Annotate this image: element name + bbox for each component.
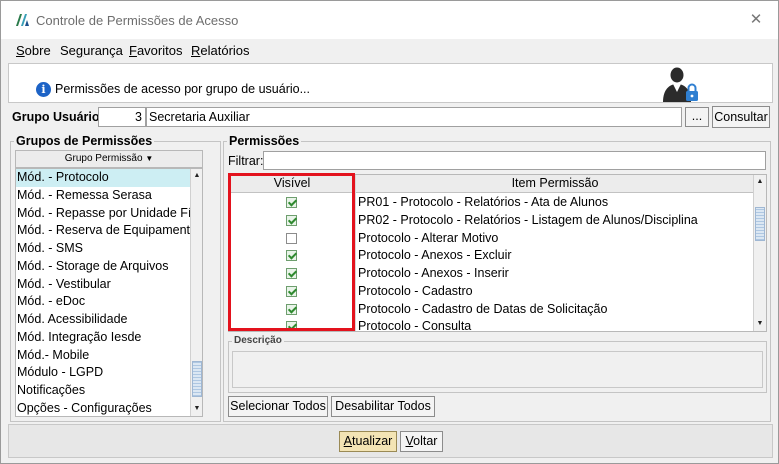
grupo-permissao-header-label: Grupo Permissão xyxy=(64,153,143,164)
menu-favoritos[interactable]: Favoritos xyxy=(129,43,182,58)
visivel-checkbox[interactable] xyxy=(286,232,297,244)
visivel-checkbox[interactable] xyxy=(286,321,297,331)
grupo-permissao-item[interactable]: Notificações xyxy=(16,382,190,400)
grupo-permissao-item[interactable]: Mód. - Protocolo xyxy=(16,169,190,187)
grupo-permissao-item[interactable]: Mód. - Remessa Serasa xyxy=(16,187,190,205)
grupo-permissao-item[interactable]: Mód. - Reserva de Equipamentos xyxy=(16,222,190,240)
scroll-down-icon[interactable]: ▼ xyxy=(754,317,766,331)
grupos-permissoes-title: Grupos de Permissões xyxy=(14,134,155,148)
permissao-row[interactable]: Protocolo - Consulta xyxy=(229,318,754,332)
grupo-permissao-item[interactable]: Opções - Configurações xyxy=(16,400,190,416)
item-permissao-cell: Protocolo - Cadastro de Datas de Solicit… xyxy=(358,301,608,316)
permissao-row[interactable]: PR01 - Protocolo - Relatórios - Ata de A… xyxy=(229,194,754,212)
scroll-down-icon[interactable]: ▼ xyxy=(191,402,202,416)
banner-text: Permissões de acesso por grupo de usuári… xyxy=(55,82,310,96)
user-lock-icon xyxy=(663,67,698,102)
desabilitar-todos-button[interactable]: Desabilitar Todos xyxy=(331,396,435,417)
sort-down-icon: ▼ xyxy=(145,154,154,163)
close-icon: ✕ xyxy=(749,11,763,28)
window-title: Controle de Permissões de Acesso xyxy=(36,13,239,28)
visivel-checkbox[interactable] xyxy=(286,303,297,315)
title-bar: Controle de Permissões de Acesso ✕ xyxy=(1,1,778,39)
grupo-permissao-item[interactable]: Mód. - Repasse por Unidade Físic... xyxy=(16,205,190,223)
visivel-checkbox[interactable] xyxy=(286,268,297,279)
visivel-cell xyxy=(229,318,355,331)
item-permissao-cell: Protocolo - Cadastro xyxy=(358,283,473,298)
permissoes-title: Permissões xyxy=(227,134,302,148)
permissao-row[interactable]: Protocolo - Alterar Motivo xyxy=(229,230,754,248)
grupo-permissao-item[interactable]: Mód. Integração Iesde xyxy=(16,329,190,347)
permissions-window: Controle de Permissões de Acesso ✕ Sobre… xyxy=(0,0,779,464)
permissoes-grid: Visível Item Permissão PR01 - Protocolo … xyxy=(228,174,767,332)
grupos-scrollbar[interactable]: ▲ ▼ xyxy=(190,169,202,416)
item-permissao-cell: PR02 - Protocolo - Relatórios - Listagem… xyxy=(358,212,698,227)
item-permissao-cell: Protocolo - Anexos - Excluir xyxy=(358,248,512,263)
item-permissao-column-header[interactable]: Item Permissão xyxy=(356,175,754,193)
descricao-label: Descrição xyxy=(232,335,284,346)
grupo-permissao-item[interactable]: Mód. - Storage de Arquivos xyxy=(16,258,190,276)
scroll-thumb[interactable] xyxy=(192,361,202,397)
item-permissao-cell: Protocolo - Consulta xyxy=(358,319,472,332)
visivel-checkbox[interactable] xyxy=(286,250,297,262)
item-permissao-cell: PR01 - Protocolo - Relatórios - Ata de A… xyxy=(358,195,609,209)
grupo-permissao-item[interactable]: Módulo - LGPD xyxy=(16,364,190,382)
grupo-permissao-item[interactable]: Mód. Acessibilidade xyxy=(16,311,190,329)
scroll-up-icon[interactable]: ▲ xyxy=(754,175,766,189)
atualizar-button[interactable]: Atualizar xyxy=(339,431,397,452)
visivel-column-header[interactable]: Visível xyxy=(229,175,355,193)
permissao-row[interactable]: Protocolo - Cadastro de Datas de Solicit… xyxy=(229,301,754,319)
grupo-permissao-item[interactable]: Mód.- Mobile xyxy=(16,347,190,365)
visivel-cell xyxy=(229,301,355,319)
app-logo-icon xyxy=(16,14,29,26)
info-icon: i xyxy=(36,82,51,97)
grupo-usuario-code-field[interactable]: 3 xyxy=(98,107,146,127)
grupos-permissoes-list: Mód. - Protocolo Mód. - Remessa Serasa Mód… xyxy=(15,168,203,417)
grupo-usuario-label: Grupo Usuário: xyxy=(12,110,104,124)
permissao-row[interactable]: PR02 - Protocolo - Relatórios - Listagem… xyxy=(229,212,754,230)
lookup-button[interactable]: ... xyxy=(685,107,709,127)
permissao-row[interactable]: Protocolo - Anexos - Excluir xyxy=(229,247,754,265)
filtrar-input[interactable] xyxy=(263,151,766,170)
visivel-cell xyxy=(229,283,355,301)
grupo-permissao-item[interactable]: Mód. - SMS xyxy=(16,240,190,258)
grupo-permissao-item[interactable]: Mód. - Vestibular xyxy=(16,276,190,294)
visivel-cell xyxy=(229,212,355,230)
item-permissao-cell: Protocolo - Anexos - Inserir xyxy=(358,266,509,280)
menu-sobre[interactable]: Sobre xyxy=(16,43,51,58)
visivel-checkbox[interactable] xyxy=(286,214,297,226)
info-banner: i Permissões de acesso por grupo de usuá… xyxy=(8,63,773,103)
grupo-permissao-column-header[interactable]: Grupo Permissão ▼ xyxy=(15,150,203,168)
scroll-up-icon[interactable]: ▲ xyxy=(191,169,202,183)
permissao-row[interactable]: Protocolo - Cadastro xyxy=(229,283,754,301)
descricao-field[interactable] xyxy=(232,351,763,388)
filtrar-label: Filtrar: xyxy=(228,154,264,168)
scroll-thumb[interactable] xyxy=(755,207,765,241)
close-button[interactable]: ✕ xyxy=(741,8,771,32)
visivel-cell xyxy=(229,230,355,248)
visivel-cell xyxy=(229,265,355,283)
visivel-checkbox[interactable] xyxy=(286,197,297,208)
selecionar-todos-button[interactable]: Selecionar Todos xyxy=(228,396,328,417)
permissoes-scrollbar[interactable]: ▲ ▼ xyxy=(753,175,766,331)
menu-seguranca[interactable]: Segurança xyxy=(60,43,123,58)
menu-relatorios[interactable]: Relatórios xyxy=(191,43,250,58)
visivel-cell xyxy=(229,194,355,212)
grupo-usuario-name-field[interactable]: Secretaria Auxiliar xyxy=(146,107,682,127)
grupo-permissao-item[interactable]: Mód. - eDoc xyxy=(16,293,190,311)
permissao-row[interactable]: Protocolo - Anexos - Inserir xyxy=(229,265,754,283)
visivel-cell xyxy=(229,247,355,265)
visivel-checkbox[interactable] xyxy=(286,285,297,297)
menu-bar: Sobre Segurança Favoritos Relatórios xyxy=(1,39,778,63)
consultar-button[interactable]: Consultar xyxy=(712,106,770,128)
item-permissao-cell: Protocolo - Alterar Motivo xyxy=(358,230,499,245)
voltar-button[interactable]: Voltar xyxy=(400,431,443,452)
